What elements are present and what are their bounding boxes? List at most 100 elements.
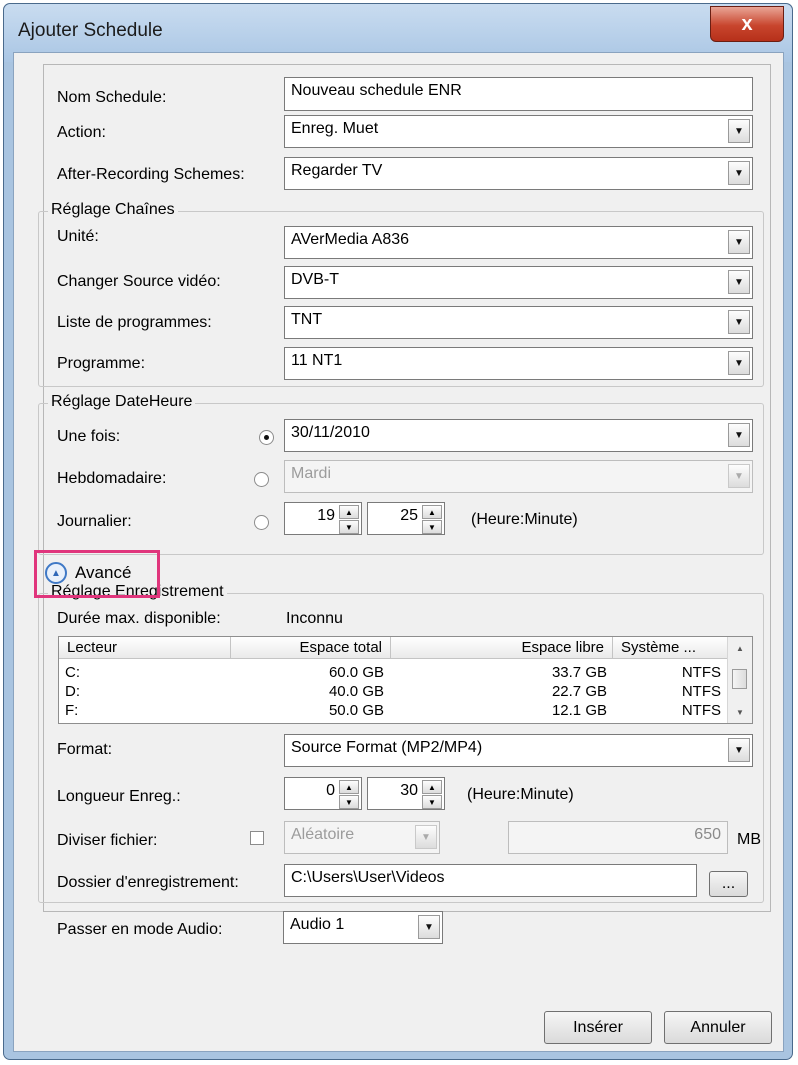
unit-select[interactable]: AVerMedia A836 ▼ [284,226,753,259]
column-header-free[interactable]: Espace libre [391,637,613,659]
format-value: Source Format (MP2/MP4) [291,739,483,756]
format-select[interactable]: Source Format (MP2/MP4) ▼ [284,734,753,767]
split-size-unit: MB [737,831,761,848]
scroll-up-icon[interactable]: ▲ [728,639,752,657]
folder-input[interactable]: C:\Users\User\Videos [284,864,697,897]
drive-list-scrollbar[interactable]: ▲ ▼ [727,637,752,723]
video-source-select[interactable]: DVB-T ▼ [284,266,753,299]
chevron-down-icon[interactable]: ▼ [728,738,750,762]
split-mode-value: Aléatoire [291,826,355,843]
once-radio[interactable] [259,430,274,445]
close-button[interactable]: x [710,6,784,42]
spin-up-icon[interactable]: ▲ [339,780,359,794]
column-header-drive[interactable]: Lecteur [59,637,231,659]
once-label: Une fois: [57,428,121,445]
chevron-down-icon[interactable]: ▼ [728,464,750,488]
table-cell: 22.7 GB [551,683,607,700]
channels-legend: Réglage Chaînes [48,201,178,219]
advanced-toggle-label[interactable]: Avancé [75,563,131,583]
settings-panel: Nom Schedule: Nouveau schedule ENR Actio… [38,64,771,912]
window-title: Ajouter Schedule [18,20,163,41]
browse-folder-button[interactable]: ... [709,871,748,897]
once-date-value: 30/11/2010 [291,424,370,441]
table-cell: 40.0 GB [328,683,384,700]
daily-radio[interactable] [254,515,269,530]
spin-down-icon[interactable]: ▼ [339,520,359,534]
column-header-filesystem[interactable]: Système ... [613,637,728,659]
length-time-hint: (Heure:Minute) [467,786,574,803]
weekly-label: Hebdomadaire: [57,470,167,487]
audio-mode-select[interactable]: Audio 1 ▼ [283,911,443,944]
split-file-checkbox[interactable] [250,831,264,845]
split-size-input[interactable]: 650 [508,821,728,854]
schedule-name-label: Nom Schedule: [57,89,167,106]
chevron-down-icon[interactable]: ▼ [728,119,750,143]
daily-hour-value: 19 [317,507,335,524]
split-mode-select[interactable]: Aléatoire ▼ [284,821,440,854]
video-source-value: DVB-T [291,271,339,288]
chevron-up-circle-icon[interactable]: ▲ [45,562,67,584]
chevron-down-icon[interactable]: ▼ [728,161,750,185]
program-value: 11 NT1 [291,352,343,369]
table-row[interactable]: F: [65,702,78,719]
after-recording-value: Regarder TV [291,162,383,179]
scroll-thumb[interactable] [732,669,747,689]
table-cell: NTFS [681,702,721,719]
program-list-label: Liste de programmes: [57,314,212,331]
advanced-highlight: ▲ Avancé [34,550,160,598]
table-row[interactable]: C: [65,664,80,681]
daily-minute-value: 25 [400,507,418,524]
datetime-legend: Réglage DateHeure [48,393,196,411]
spin-down-icon[interactable]: ▼ [422,520,442,534]
cancel-button[interactable]: Annuler [664,1011,772,1044]
spin-up-icon[interactable]: ▲ [422,780,442,794]
chevron-down-icon[interactable]: ▼ [728,351,750,375]
after-recording-label: After-Recording Schemes: [57,166,245,183]
scroll-down-icon[interactable]: ▼ [728,703,752,721]
insert-button[interactable]: Insérer [544,1011,652,1044]
weekly-day-value: Mardi [291,465,332,482]
program-list-select[interactable]: TNT ▼ [284,306,753,339]
spin-down-icon[interactable]: ▼ [422,795,442,809]
once-date-select[interactable]: 30/11/2010 ▼ [284,419,753,452]
split-file-label: Diviser fichier: [57,832,158,849]
column-header-total[interactable]: Espace total [231,637,391,659]
action-value: Enreg. Muet [291,120,379,137]
unit-value: AVerMedia A836 [291,231,410,248]
max-duration-label: Durée max. disponible: [57,610,221,627]
spin-down-icon[interactable]: ▼ [339,795,359,809]
audio-mode-value: Audio 1 [290,916,345,933]
weekly-radio[interactable] [254,472,269,487]
weekly-day-select[interactable]: Mardi ▼ [284,460,753,493]
schedule-name-input[interactable]: Nouveau schedule ENR [284,77,753,111]
chevron-down-icon[interactable]: ▼ [418,915,440,939]
video-source-label: Changer Source vidéo: [57,273,221,290]
daily-minute-stepper[interactable]: 25 ▲ ▼ [367,502,445,535]
dialog-window: Ajouter Schedule x Nom Schedule: Nouveau… [3,3,793,1060]
max-duration-value: Inconnu [286,610,343,627]
after-recording-select[interactable]: Regarder TV ▼ [284,157,753,190]
chevron-down-icon[interactable]: ▼ [728,270,750,294]
drive-list[interactable]: Lecteur Espace total Espace libre Systèm… [58,636,753,724]
daily-hour-stepper[interactable]: 19 ▲ ▼ [284,502,362,535]
table-cell: 33.7 GB [551,664,607,681]
length-minute-value: 30 [400,782,418,799]
length-minute-stepper[interactable]: 30 ▲ ▼ [367,777,445,810]
daily-label: Journalier: [57,513,132,530]
spin-up-icon[interactable]: ▲ [339,505,359,519]
action-select[interactable]: Enreg. Muet ▼ [284,115,753,148]
spin-up-icon[interactable]: ▲ [422,505,442,519]
table-cell: 50.0 GB [328,702,384,719]
table-cell: 60.0 GB [328,664,384,681]
chevron-down-icon[interactable]: ▼ [728,230,750,254]
table-row[interactable]: D: [65,683,80,700]
chevron-down-icon[interactable]: ▼ [728,310,750,334]
folder-label: Dossier d'enregistrement: [57,874,239,891]
browse-folder-label: ... [721,875,736,892]
daily-time-hint: (Heure:Minute) [471,511,578,528]
length-hour-stepper[interactable]: 0 ▲ ▼ [284,777,362,810]
length-label: Longueur Enreg.: [57,788,181,805]
chevron-down-icon[interactable]: ▼ [415,825,437,849]
program-select[interactable]: 11 NT1 ▼ [284,347,753,380]
chevron-down-icon[interactable]: ▼ [728,423,750,447]
